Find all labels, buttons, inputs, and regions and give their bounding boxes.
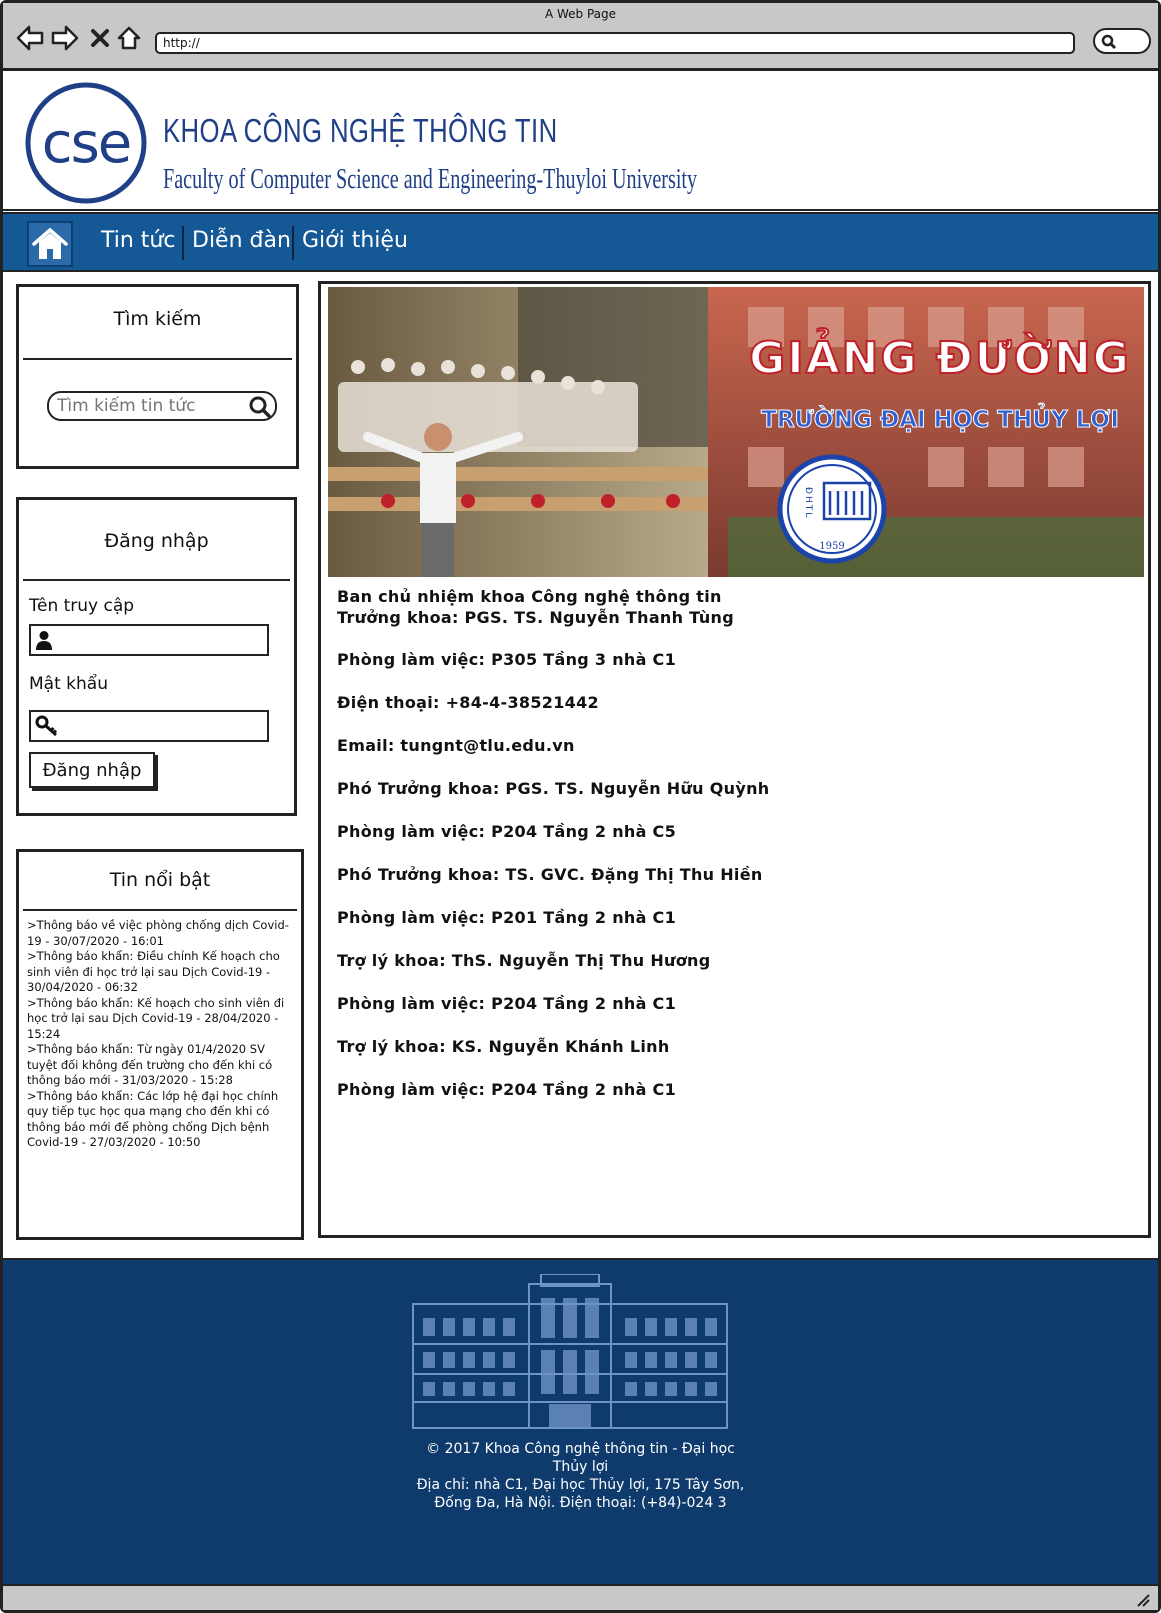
nav-dien-dan[interactable]: Diễn đàn bbox=[192, 228, 291, 253]
info-line: Trợ lý khoa: ThS. Nguyễn Thị Thu Hương bbox=[337, 951, 711, 970]
divider bbox=[23, 909, 297, 911]
news-item[interactable]: >Thông báo khẩn: Từ ngày 01/4/2020 SV tu… bbox=[27, 1042, 293, 1089]
svg-text:TRƯỜNG ĐẠI HỌC THỦY LỢI: TRƯỜNG ĐẠI HỌC THỦY LỢI bbox=[761, 403, 1119, 433]
home-icon bbox=[117, 26, 141, 50]
site-footer: © 2017 Khoa Công nghệ thông tin - Đại họ… bbox=[3, 1258, 1158, 1584]
info-line: Điện thoại: +84-4-38521442 bbox=[337, 693, 599, 712]
nav-divider bbox=[182, 226, 184, 260]
info-line: Phó Trưởng khoa: PGS. TS. Nguyễn Hữu Quỳ… bbox=[337, 779, 770, 798]
nav-tin-tuc[interactable]: Tin tức bbox=[101, 228, 175, 253]
copyright-text: © 2017 Khoa Công nghệ thông tin - Đại họ… bbox=[426, 1441, 735, 1457]
login-panel: Đăng nhập Tên truy cập Mật khẩu Đăng nhậ… bbox=[16, 497, 297, 816]
home-button[interactable] bbox=[27, 221, 73, 267]
news-list: >Thông báo về việc phòng chống dịch Covi… bbox=[27, 918, 293, 1151]
main-content: ĐHTL 1959 GIẢNG ĐƯỜNG TRƯỜNG ĐẠI HỌC THỦ… bbox=[318, 281, 1151, 1238]
divider bbox=[23, 358, 292, 360]
copyright-text: Thủy lợi bbox=[552, 1459, 609, 1475]
info-line: Phó Trưởng khoa: TS. GVC. Đặng Thị Thu H… bbox=[337, 865, 763, 884]
site-header: cse KHOA CÔNG NGHỆ THÔNG TIN Faculty of … bbox=[3, 74, 1158, 211]
nav-gioi-thieu[interactable]: Giới thiệu bbox=[302, 228, 408, 253]
main-nav: Tin tức Diễn đàn Giới thiệu bbox=[3, 212, 1158, 272]
nav-divider bbox=[292, 226, 294, 260]
building-illustration bbox=[411, 1273, 729, 1432]
search-input[interactable] bbox=[47, 391, 277, 421]
browser-search-box[interactable] bbox=[1093, 28, 1151, 54]
search-button[interactable] bbox=[246, 393, 274, 421]
address-bar[interactable]: http:// bbox=[155, 32, 1075, 54]
close-icon bbox=[91, 29, 109, 47]
news-item[interactable]: >Thông báo khẩn: Điều chỉnh Kế hoạch cho… bbox=[27, 949, 293, 996]
svg-text:ĐHTL: ĐHTL bbox=[803, 487, 813, 519]
svg-text:cse: cse bbox=[42, 111, 130, 176]
home-icon bbox=[32, 228, 68, 259]
divider bbox=[23, 579, 290, 581]
password-field[interactable] bbox=[29, 710, 269, 742]
banner-image: ĐHTL 1959 GIẢNG ĐƯỜNG TRƯỜNG ĐẠI HỌC THỦ… bbox=[328, 287, 1144, 577]
info-line: Phòng làm việc: P201 Tầng 2 nhà C1 bbox=[337, 908, 677, 927]
info-line: Phòng làm việc: P204 Tầng 2 nhà C1 bbox=[337, 994, 677, 1013]
info-line: Ban chủ nhiệm khoa Công nghệ thông tin bbox=[337, 587, 722, 606]
info-line: Trợ lý khoa: KS. Nguyễn Khánh Linh bbox=[337, 1037, 670, 1056]
browser-toolbar: A Web Page http:// bbox=[3, 3, 1158, 71]
search-panel: Tìm kiếm bbox=[16, 284, 299, 469]
info-line: Trưởng khoa: PGS. TS. Nguyễn Thanh Tùng bbox=[337, 608, 735, 627]
forward-button[interactable] bbox=[50, 23, 80, 53]
login-button[interactable]: Đăng nhập bbox=[29, 752, 155, 788]
username-field[interactable] bbox=[29, 624, 269, 656]
stop-button[interactable] bbox=[85, 23, 115, 53]
svg-text:GIẢNG ĐƯỜNG: GIẢNG ĐƯỜNG bbox=[749, 327, 1131, 384]
password-label: Mật khẩu bbox=[29, 674, 108, 694]
footer-text: © 2017 Khoa Công nghệ thông tin - Đại họ… bbox=[3, 1440, 1158, 1512]
user-icon bbox=[36, 631, 52, 650]
address-text: Đống Đa, Hà Nội. Điện thoại: (+84)-024 3 bbox=[434, 1495, 727, 1511]
search-icon bbox=[1101, 34, 1117, 50]
search-panel-title: Tìm kiếm bbox=[113, 308, 202, 330]
info-line: Email: tungnt@tlu.edu.vn bbox=[337, 736, 575, 755]
featured-news-panel: Tin nổi bật >Thông báo về việc phòng chố… bbox=[16, 849, 304, 1240]
back-button[interactable] bbox=[15, 23, 45, 53]
browser-home-button[interactable] bbox=[114, 23, 144, 53]
key-icon bbox=[35, 715, 58, 737]
window-title: A Web Page bbox=[544, 7, 617, 21]
svg-text:1959: 1959 bbox=[819, 541, 844, 552]
faculty-info: Ban chủ nhiệm khoa Công nghệ thông tin T… bbox=[337, 586, 769, 1100]
news-item[interactable]: >Thông báo khẩn: Các lớp hệ đại học chín… bbox=[27, 1089, 293, 1151]
address-text: Địa chỉ: nhà C1, Đại học Thủy lợi, 175 T… bbox=[416, 1477, 745, 1493]
featured-news-title: Tin nổi bật bbox=[109, 869, 211, 891]
login-panel-title: Đăng nhập bbox=[104, 530, 209, 552]
news-item[interactable]: >Thông báo khẩn: Kế hoạch cho sinh viên … bbox=[27, 996, 293, 1043]
search-icon bbox=[249, 396, 271, 418]
username-label: Tên truy cập bbox=[29, 596, 135, 616]
back-icon bbox=[16, 25, 44, 51]
status-bar bbox=[3, 1584, 1158, 1610]
resize-grip-icon[interactable] bbox=[1134, 1591, 1150, 1607]
cse-logo[interactable]: cse bbox=[23, 80, 149, 206]
faculty-name: KHOA CÔNG NGHỆ THÔNG TIN bbox=[163, 112, 558, 149]
info-line: Phòng làm việc: P204 Tầng 2 nhà C5 bbox=[337, 822, 677, 841]
info-line: Phòng làm việc: P204 Tầng 2 nhà C1 bbox=[337, 1080, 677, 1099]
university-seal: ĐHTL 1959 bbox=[777, 454, 887, 564]
forward-icon bbox=[51, 25, 79, 51]
faculty-subtitle: Faculty of Computer Science and Engineer… bbox=[163, 164, 698, 195]
info-line: Phòng làm việc: P305 Tầng 3 nhà C1 bbox=[337, 650, 677, 669]
news-item[interactable]: >Thông báo về việc phòng chống dịch Covi… bbox=[27, 918, 293, 949]
